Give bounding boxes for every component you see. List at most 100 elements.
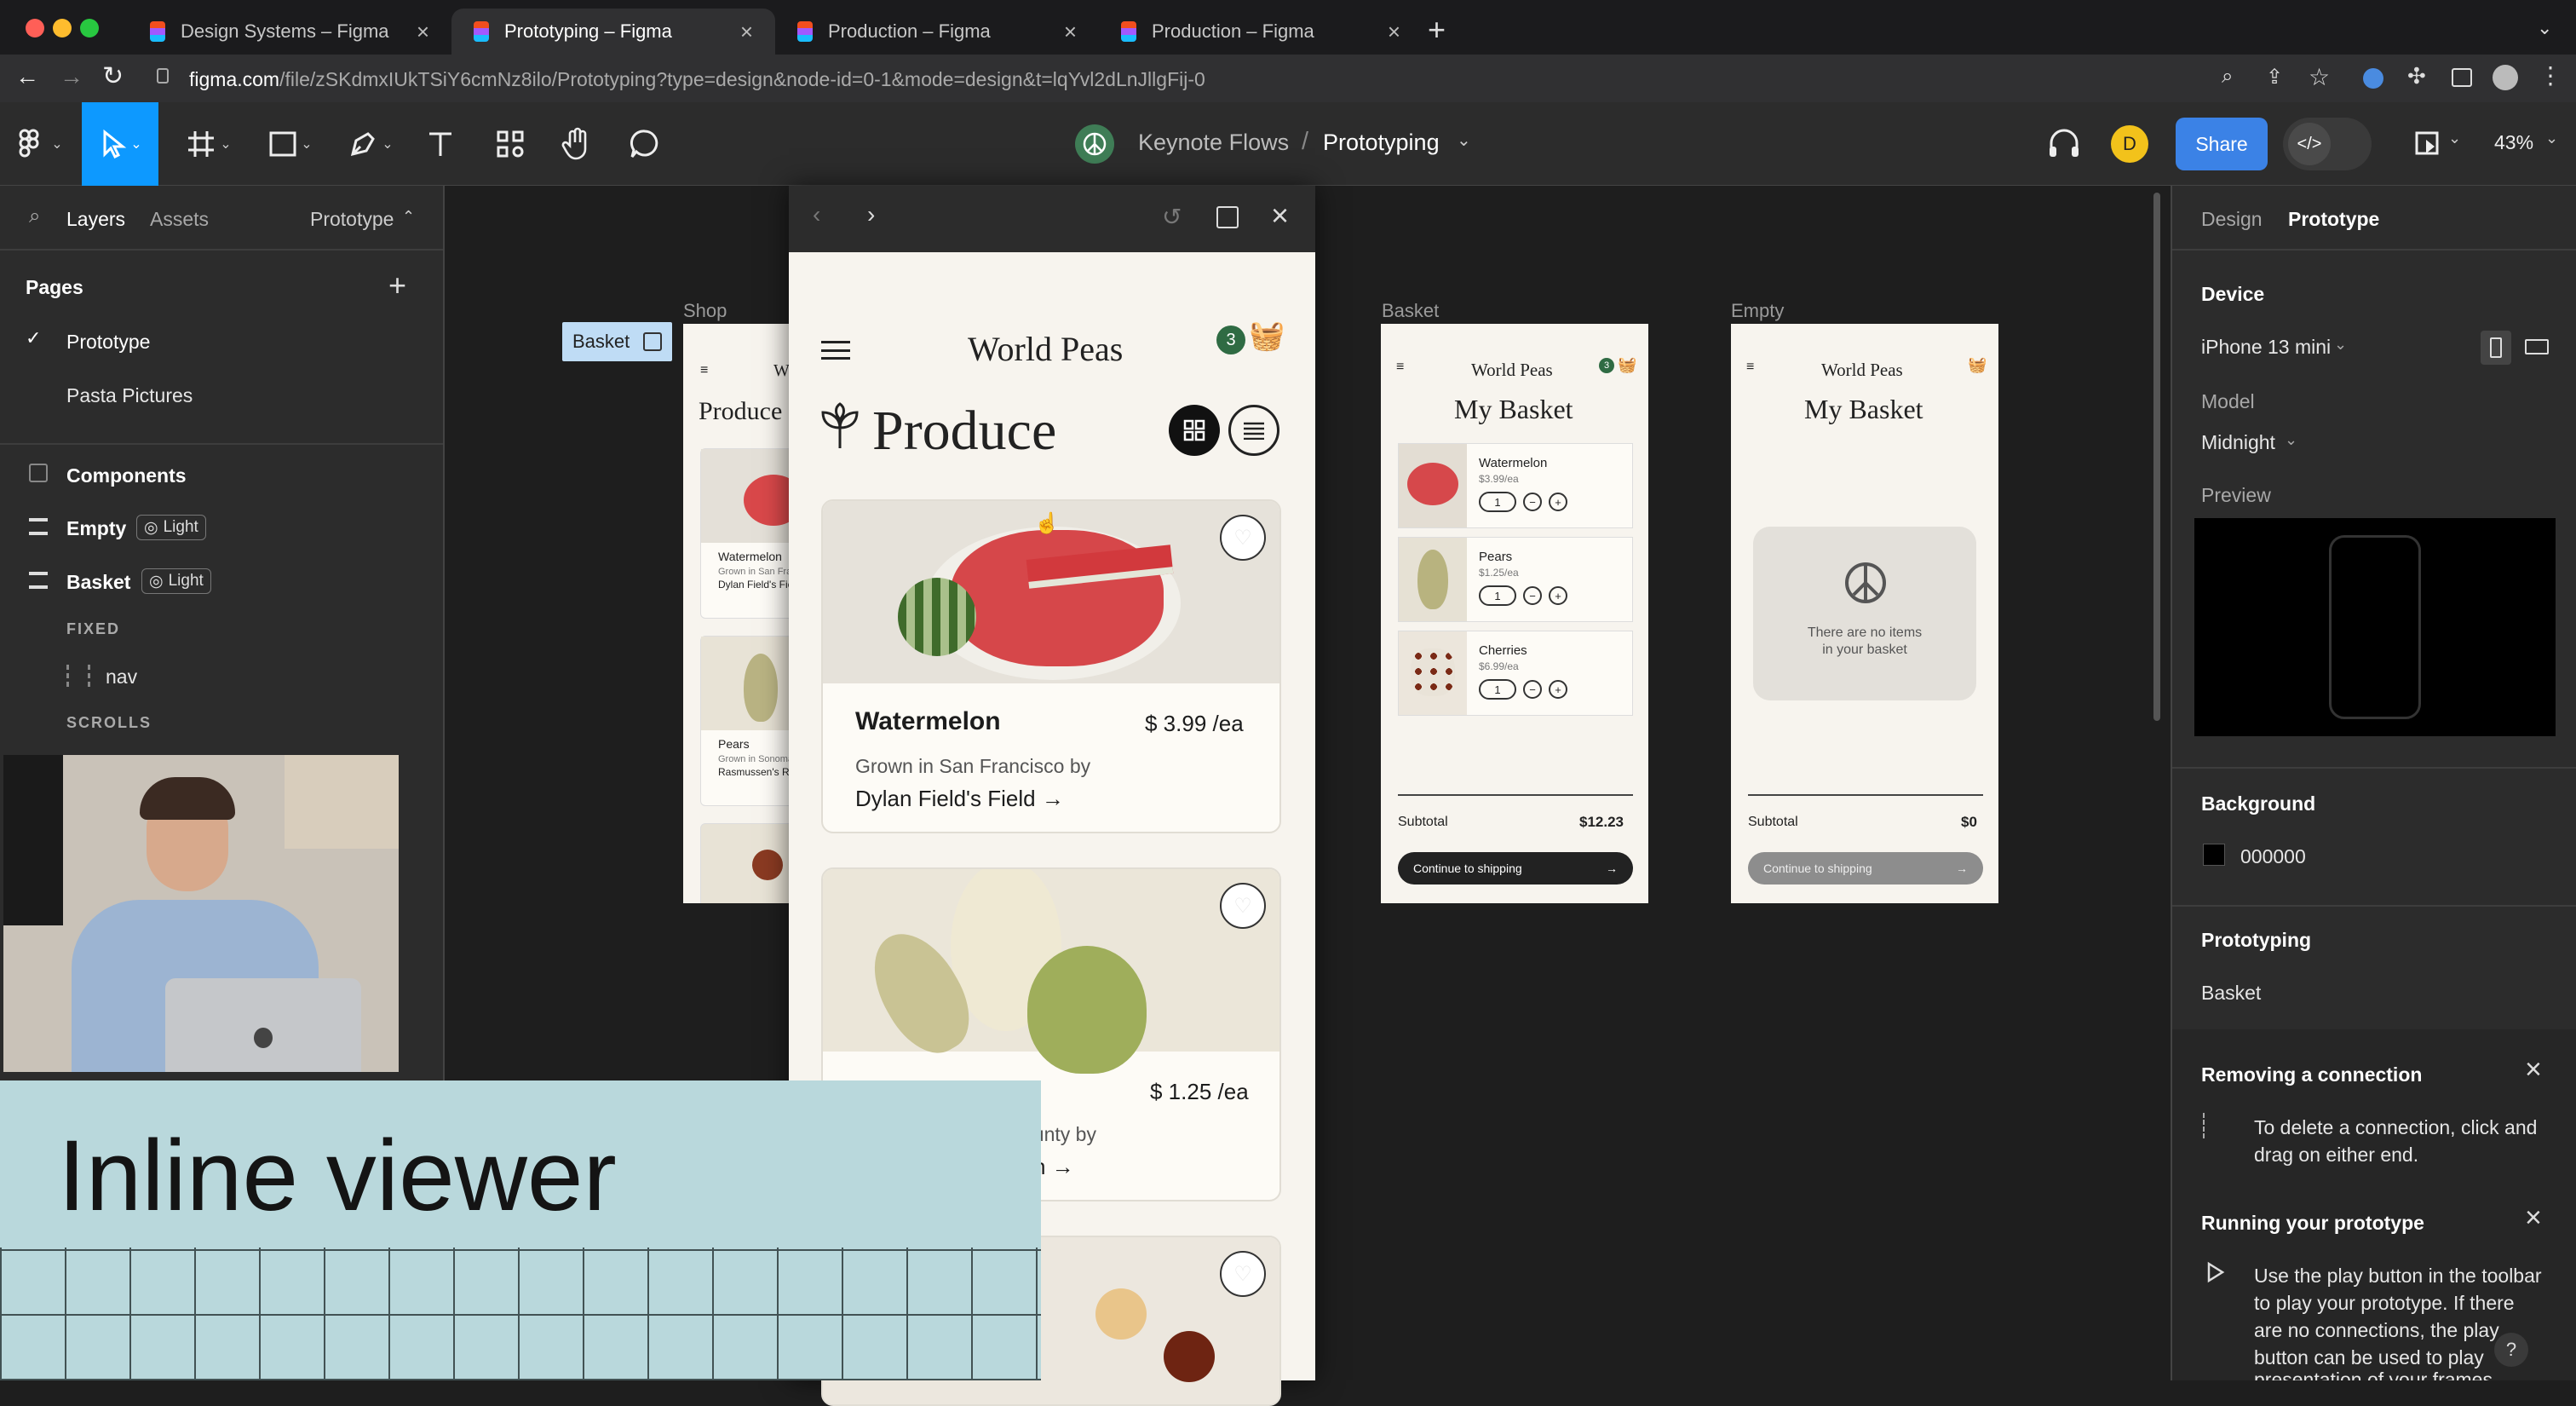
increment-icon[interactable]: + [1549,586,1567,605]
decrement-icon[interactable]: − [1523,586,1542,605]
forward-icon[interactable]: → [60,63,83,90]
grid-view-button[interactable] [1169,405,1220,456]
move-tool-button[interactable]: ⌄ [82,102,158,186]
zoom-level[interactable]: 43% [2494,131,2533,154]
url-field[interactable]: figma.com/file/zSKdmxIUkTSiY6cmNz8ilo/Pr… [189,63,2234,95]
present-chevron-icon[interactable]: ⌄ [2448,130,2461,147]
tab-design[interactable]: Design [2201,208,2263,231]
profile-avatar[interactable] [2493,65,2518,90]
page-dropdown[interactable]: Prototype [310,208,394,231]
page-item-prototype[interactable]: Prototype [66,331,150,354]
tab-close-icon[interactable]: × [417,19,429,45]
continue-to-shipping-button-disabled[interactable]: Continue to shipping → [1748,852,1983,885]
model-chevron-icon[interactable]: ⌄ [2285,431,2297,449]
quantity-field[interactable]: 1 [1479,585,1516,606]
basket-frame[interactable]: ≡ World Peas 3 🧺 My Basket Watermelon $3… [1381,324,1648,903]
window-minimize-dot[interactable] [53,19,72,37]
model-select[interactable]: Midnight [2201,431,2275,454]
tab-layers[interactable]: Layers [66,208,125,231]
shop-frame[interactable]: ≡ World Peas Produce Watermelon Grown in… [683,324,789,903]
tab-prototype[interactable]: Prototype [2288,208,2379,231]
search-icon[interactable]: ⌕ [29,205,40,228]
layer-empty[interactable]: Empty [66,517,126,540]
flow-starting-point-tag[interactable]: Basket [562,322,673,361]
tab-close-icon[interactable]: × [1388,19,1400,45]
tab-list-chevron-icon[interactable]: ⌄ [2537,17,2552,39]
tab-close-icon[interactable]: × [740,19,753,45]
quantity-field[interactable]: 1 [1479,679,1516,700]
frame-label-shop[interactable]: Shop [683,300,727,322]
basket-icon[interactable]: 🧺 [1249,319,1285,353]
comment-tool-button[interactable] [607,102,683,186]
layer-components[interactable]: Components [66,464,187,487]
present-play-icon[interactable] [2414,130,2443,158]
back-icon[interactable]: ← [15,63,39,90]
tab-assets[interactable]: Assets [150,208,209,231]
dev-mode-toggle[interactable]: </> [2283,118,2372,170]
empty-frame[interactable]: ≡ World Peas 🧺 My Basket There are no it… [1731,324,1998,903]
product-card-watermelon[interactable]: ♡ Watermelon $ 3.99 /ea Grown in San Fra… [821,499,1281,833]
text-tool-button[interactable] [402,102,479,186]
decrement-icon[interactable]: − [1523,680,1542,699]
hand-tool-button[interactable] [538,102,615,186]
open-in-new-icon[interactable] [1216,206,1239,228]
window-zoom-dot[interactable] [80,19,99,37]
continue-to-shipping-button[interactable]: Continue to shipping → [1398,852,1633,885]
tab-close-icon[interactable]: × [1064,19,1077,45]
background-hex-input[interactable]: 000000 [2240,845,2306,868]
sidebar-toggle-icon[interactable] [2452,68,2472,87]
canvas-scrollbar[interactable] [2153,193,2160,721]
favorite-heart-button[interactable]: ♡ [1220,883,1266,929]
user-avatar[interactable]: D [2111,125,2148,163]
project-name[interactable]: Keynote Flows [1138,130,1289,156]
background-color-swatch[interactable] [2203,844,2225,866]
layer-nav[interactable]: nav [106,666,137,689]
bookmark-star-icon[interactable]: ☆ [2309,63,2330,91]
restart-icon[interactable]: ↺ [1162,203,1182,231]
previous-frame-icon[interactable]: ‹ [813,201,820,228]
device-chevron-icon[interactable]: ⌄ [2334,336,2347,354]
page-item-pasta-pictures[interactable]: Pasta Pictures [66,384,193,407]
extension-icon[interactable] [2363,68,2383,89]
resources-tool-button[interactable] [472,102,549,186]
favorite-heart-button[interactable]: ♡ [1220,515,1266,561]
file-name[interactable]: Prototyping [1323,130,1440,156]
increment-icon[interactable]: + [1549,493,1567,511]
browser-menu-icon[interactable]: ⋮ [2539,61,2562,89]
main-menu-button[interactable]: ⌄ [0,102,77,186]
layer-basket[interactable]: Basket [66,571,130,594]
close-viewer-icon[interactable]: × [1271,198,1289,233]
puzzle-extensions-icon[interactable]: ✣ [2407,63,2426,89]
flow-starting-point[interactable]: Basket [2201,982,2261,1005]
share-button[interactable]: Share [2176,118,2268,170]
favorite-heart-button[interactable]: ♡ [1220,1251,1266,1297]
share-page-icon[interactable]: ⇪ [2266,65,2283,89]
increment-icon[interactable]: + [1549,680,1567,699]
reload-icon[interactable]: ↻ [102,61,124,91]
browser-tab-production-1[interactable]: Production – Figma × [775,9,1099,55]
next-frame-icon[interactable]: › [867,201,875,228]
frame-label-empty[interactable]: Empty [1731,300,1784,322]
help-button[interactable]: ? [2494,1333,2528,1367]
window-close-dot[interactable] [26,19,44,37]
audio-headphones-icon[interactable] [2046,126,2082,160]
close-tip-icon[interactable]: × [2525,1201,2542,1235]
decrement-icon[interactable]: − [1523,493,1542,511]
zoom-page-icon[interactable]: ⌕ [2222,65,2233,89]
pen-tool-button[interactable]: ⌄ [332,102,409,186]
zoom-chevron-icon[interactable]: ⌄ [2545,130,2558,147]
shape-tool-button[interactable]: ⌄ [252,102,329,186]
new-tab-icon[interactable]: + [1428,12,1446,48]
lock-icon[interactable] [157,68,169,84]
close-tip-icon[interactable]: × [2525,1053,2542,1086]
browser-tab-production-2[interactable]: Production – Figma × [1099,9,1423,55]
file-menu-chevron-icon[interactable]: ⌄ [1457,130,1471,151]
device-select[interactable]: iPhone 13 mini [2201,336,2331,359]
add-page-icon[interactable]: + [388,268,406,303]
landscape-orientation-icon[interactable] [2525,339,2549,354]
quantity-field[interactable]: 1 [1479,492,1516,512]
browser-tab-design-systems[interactable]: Design Systems – Figma × [128,9,451,55]
browser-tab-prototyping[interactable]: Prototyping – Figma × [451,9,775,55]
portrait-orientation-button[interactable] [2481,331,2511,365]
frame-label-basket[interactable]: Basket [1382,300,1439,322]
